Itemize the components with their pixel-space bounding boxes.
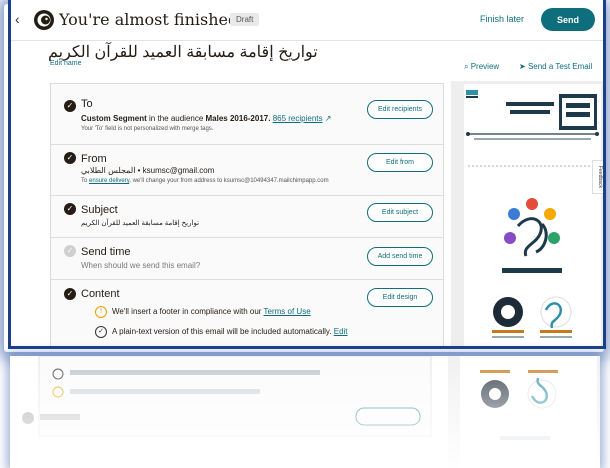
plain-text-edit-link[interactable]: Edit <box>334 327 348 336</box>
email-preview-thumbnail <box>464 84 601 338</box>
check-icon: ✓ <box>64 203 76 215</box>
checklist-row-send-time: ✓ Send time When should we send this ema… <box>51 237 443 280</box>
audience-name: Males 2016-2017. <box>205 114 271 123</box>
ensure-delivery-link[interactable]: ensure delivery <box>89 178 129 184</box>
external-link-icon[interactable]: ↗ <box>325 114 332 123</box>
subject-line: تواريخ إقامة مسابقة العميد للقرآن الكريم <box>81 220 200 227</box>
check-icon: ✓ <box>64 100 76 112</box>
email-preview[interactable] <box>464 84 601 346</box>
plain-text-note: A plain-text version of this email will … <box>112 327 348 336</box>
send-plane-icon: ➤ <box>519 62 526 71</box>
finish-later-link[interactable]: Finish later <box>480 14 524 24</box>
recipients-link[interactable]: 865 recipients <box>273 114 323 123</box>
check-icon: ✓ <box>64 288 76 300</box>
row-heading: To <box>81 98 93 110</box>
edit-name-link[interactable]: Edit name <box>50 60 82 67</box>
chevron-left-icon[interactable]: ‹ <box>15 11 20 27</box>
checklist: ✓ To Custom Segment in the audience Male… <box>50 83 444 346</box>
status-badge: Draft <box>230 13 260 26</box>
edit-from-button[interactable]: Edit from <box>367 153 433 172</box>
edit-recipients-button[interactable]: Edit recipients <box>367 100 433 119</box>
send-button[interactable]: Send <box>541 8 595 31</box>
edit-subject-button[interactable]: Edit subject <box>367 203 433 222</box>
send-test-email-label: Send a Test Email <box>527 62 593 71</box>
footer-note: We'll insert a footer in compliance with… <box>112 307 311 316</box>
to-field-note: Your 'To' field is not personalized with… <box>81 126 214 132</box>
check-icon: ✓ <box>64 245 76 257</box>
checklist-row-from: ✓ From المجلس الطلابي • ksumsc@gmail.com… <box>51 144 443 196</box>
feedback-tab[interactable]: Feedback <box>592 160 603 194</box>
row-heading: From <box>81 153 107 165</box>
preview-link[interactable]: ⌕ Preview <box>464 62 499 72</box>
warning-icon: ! <box>95 306 107 318</box>
window-reflection <box>10 356 600 468</box>
row-heading: Send time <box>81 246 131 258</box>
terms-of-use-link[interactable]: Terms of Use <box>264 307 311 316</box>
reflection-drawing <box>22 356 600 468</box>
recipients-summary: Custom Segment in the audience Males 201… <box>81 114 331 123</box>
campaign-checklist-window: ‹ You're almost finished! Draft Finish l… <box>8 0 606 349</box>
plain-text-note-text: A plain-text version of this email will … <box>112 327 334 336</box>
checklist-row-content: ✓ Content Edit design ! We'll insert a f… <box>51 279 443 346</box>
checklist-row-subject: ✓ Subject تواريخ إقامة مسابقة العميد للق… <box>51 195 443 238</box>
checkmark-circle-icon: ✓ <box>95 326 107 338</box>
mailchimp-logo <box>34 10 54 30</box>
row-heading: Content <box>81 288 120 300</box>
search-icon: ⌕ <box>464 62 469 71</box>
send-time-hint: When should we send this email? <box>81 261 201 270</box>
page-title: You're almost finished! <box>59 10 245 29</box>
add-send-time-button[interactable]: Add send time <box>367 247 433 266</box>
delivery-note: To ensure delivery, we'll change your fr… <box>81 178 329 184</box>
campaign-name: تواريخ إقامة مسابقة العميد للقرآن الكريم <box>48 44 318 61</box>
edit-design-button[interactable]: Edit design <box>367 288 433 307</box>
send-test-email-link[interactable]: ➤ Send a Test Email <box>519 62 592 71</box>
delivery-note-post: , we'll change your from address to ksum… <box>129 178 329 184</box>
preview-label: Preview <box>470 62 500 71</box>
check-icon: ✓ <box>64 152 76 164</box>
top-bar: ‹ You're almost finished! Draft Finish l… <box>11 0 603 41</box>
footer-note-text: We'll insert a footer in compliance with… <box>112 307 264 316</box>
from-address: المجلس الطلابي • ksumsc@gmail.com <box>81 166 215 175</box>
audience-label: in the audience <box>146 114 206 123</box>
row-heading: Subject <box>81 204 118 216</box>
delivery-note-pre: To <box>81 178 90 184</box>
segment-name: Custom Segment <box>81 114 147 123</box>
reflection-surface <box>10 356 600 468</box>
checklist-row-to: ✓ To Custom Segment in the audience Male… <box>51 84 443 145</box>
